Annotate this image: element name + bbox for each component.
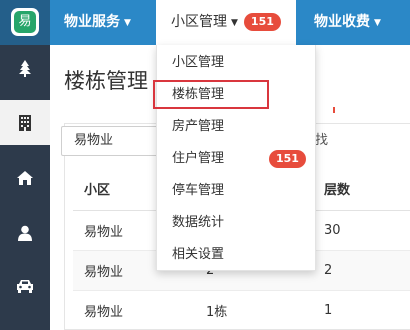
page-title: 楼栋管理 — [64, 69, 148, 93]
home-icon — [17, 170, 33, 185]
user-icon — [18, 225, 32, 241]
sidebar-item-tree[interactable] — [0, 45, 50, 90]
logo-icon: 易 — [14, 11, 36, 33]
menu-item-parking[interactable]: 停车管理 — [157, 175, 315, 207]
sidebar-item-user[interactable] — [0, 210, 50, 255]
menu-item-label: 住户管理 — [172, 151, 225, 166]
chevron-down-icon: ▼ — [374, 18, 381, 28]
cell-floors: 1 — [313, 290, 410, 330]
logo-cell: 易 — [0, 0, 50, 45]
building-icon — [19, 114, 31, 131]
menu-item-label: 相关设置 — [172, 247, 225, 262]
sidebar-item-home[interactable] — [0, 155, 50, 200]
nav-label: 物业收费 — [314, 14, 370, 30]
cell-floors: 30 — [313, 210, 410, 251]
tree-icon — [19, 59, 31, 77]
chevron-down-icon: ▼ — [231, 18, 238, 28]
menu-item-building[interactable]: 楼栋管理 — [153, 79, 315, 111]
nav-property-service[interactable]: 物业服务 ▼ — [64, 0, 131, 45]
menu-item-property[interactable]: 房产管理 — [157, 111, 315, 143]
nav-label: 物业服务 — [64, 14, 120, 30]
column-header-floors: 层数 — [313, 168, 410, 211]
menu-item-community[interactable]: 小区管理 — [157, 47, 315, 79]
menu-item-label: 停车管理 — [172, 183, 225, 198]
cell-floors: 2 — [313, 250, 410, 291]
menu-item-statistics[interactable]: 数据统计 — [157, 207, 315, 239]
cell-building: 1栋 — [195, 290, 313, 330]
menu-item-label: 数据统计 — [172, 215, 225, 230]
cell-community: 易物业 — [73, 290, 195, 330]
nav-property-fees[interactable]: 物业收费 ▼ — [314, 0, 381, 45]
highlight-box — [153, 80, 269, 109]
menu-item-label: 房产管理 — [172, 119, 225, 134]
community-select[interactable]: 易物业 — [61, 126, 169, 156]
nav-community-management[interactable]: 小区管理 ▼ 151 — [156, 0, 296, 45]
table-row[interactable]: 易物业 1栋 1 — [73, 290, 410, 330]
menu-item-residents[interactable]: 住户管理 151 — [157, 143, 315, 175]
menu-item-settings[interactable]: 相关设置 — [157, 239, 315, 271]
menu-item-label: 小区管理 — [172, 55, 225, 70]
notification-badge: 151 — [243, 13, 281, 31]
sidebar-item-car[interactable] — [0, 263, 50, 308]
app-logo[interactable]: 易 — [11, 8, 39, 36]
community-management-dropdown: 小区管理 楼栋管理 房产管理 住户管理 151 停车管理 数据统计 相关设置 — [153, 45, 316, 271]
chevron-down-icon: ▼ — [124, 18, 131, 28]
notification-badge: 151 — [269, 150, 306, 168]
nav-label: 小区管理 — [171, 14, 227, 30]
sidebar — [0, 45, 50, 330]
car-icon — [17, 279, 33, 293]
sidebar-item-building[interactable] — [0, 100, 50, 145]
status-marker — [333, 107, 335, 113]
top-navbar: 易 物业服务 ▼ 小区管理 ▼ 151 物业收费 ▼ — [0, 0, 410, 45]
